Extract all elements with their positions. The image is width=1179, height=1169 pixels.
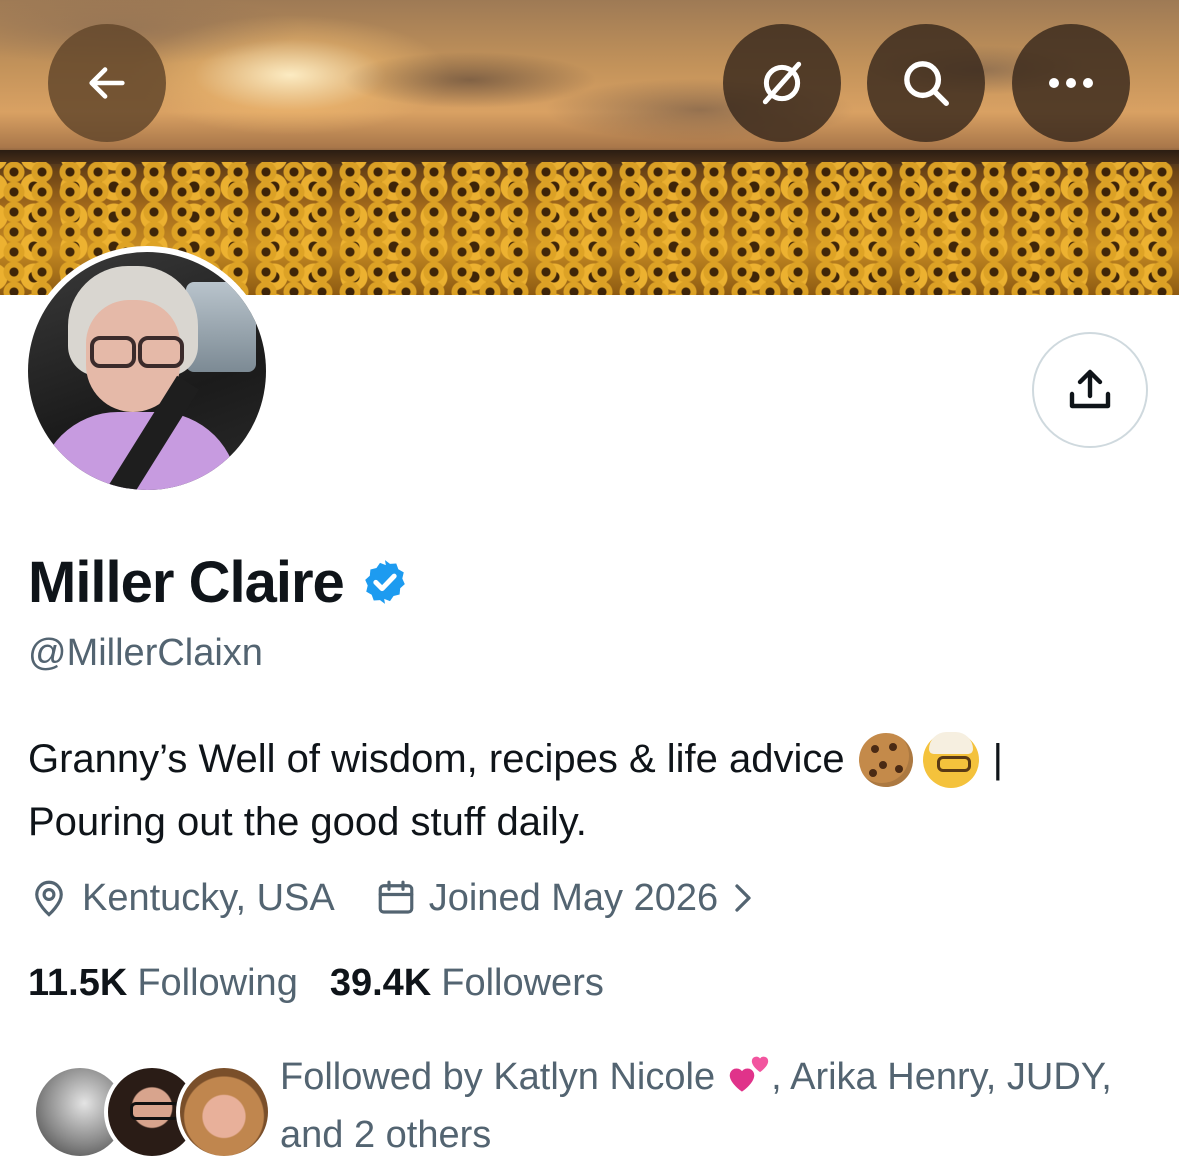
followers-link[interactable]: 39.4K Followers [330,962,604,1005]
location-pin-icon [35,880,63,917]
joined-item[interactable]: Joined May 2026 [375,877,766,920]
profile-name-row: Miller Claire [28,545,410,619]
arrow-left-icon [89,67,125,99]
profile-stats: 11.5K Following 39.4K Followers [28,955,604,1011]
profile-name: Miller Claire [28,549,345,615]
followed-by-suffix: , Arika Henry, JUDY, [771,1056,1112,1098]
location-text: Kentucky, USA [82,876,335,919]
share-icon [1069,369,1111,409]
bio-text-line2: Pouring out the good stuff daily. [28,800,587,844]
two-hearts-emoji-icon [725,1053,771,1093]
following-link[interactable]: 11.5K Following [28,962,298,1005]
followed-by-others: and 2 others [280,1114,492,1156]
followed-by-text[interactable]: Followed by Katlyn Nicole , Arika Henry,… [280,1048,1160,1164]
cookie-emoji-icon [858,732,913,787]
chevron-right-icon [735,884,751,912]
following-count: 11.5K [28,961,128,1004]
followed-by-prefix: Followed by Katlyn Nicole [280,1056,716,1098]
profile-handle: @MillerClaixn [28,632,263,674]
followers-label: Followers [441,961,604,1004]
joined-text: Joined May 2026 [428,876,719,919]
more-horizontal-icon [1049,78,1093,88]
profile-bio: Granny’s Well of wisdom, recipes & life … [28,728,1148,854]
old-woman-emoji-icon [922,731,979,788]
back-button[interactable] [48,24,166,142]
followers-count: 39.4K [329,961,432,1004]
calendar-icon [378,880,414,914]
share-profile-button[interactable] [1032,332,1148,448]
search-icon [904,61,949,106]
following-label: Following [137,961,298,1004]
avatar-photo [28,252,266,490]
profile-avatar[interactable] [22,246,272,496]
bio-text-line1: Granny’s Well of wisdom, recipes & life … [28,737,845,781]
verified-badge-icon[interactable] [360,557,410,607]
profile-meta: Kentucky, USA Joined May 2026 [28,868,766,928]
grok-button[interactable] [723,24,841,142]
search-button[interactable] [867,24,985,142]
more-button[interactable] [1012,24,1130,142]
bio-separator: | [992,737,1004,781]
location-item: Kentucky, USA [28,877,335,920]
follower-avatar [176,1064,272,1160]
grok-icon [762,61,802,105]
banner-clouds [0,0,1179,160]
